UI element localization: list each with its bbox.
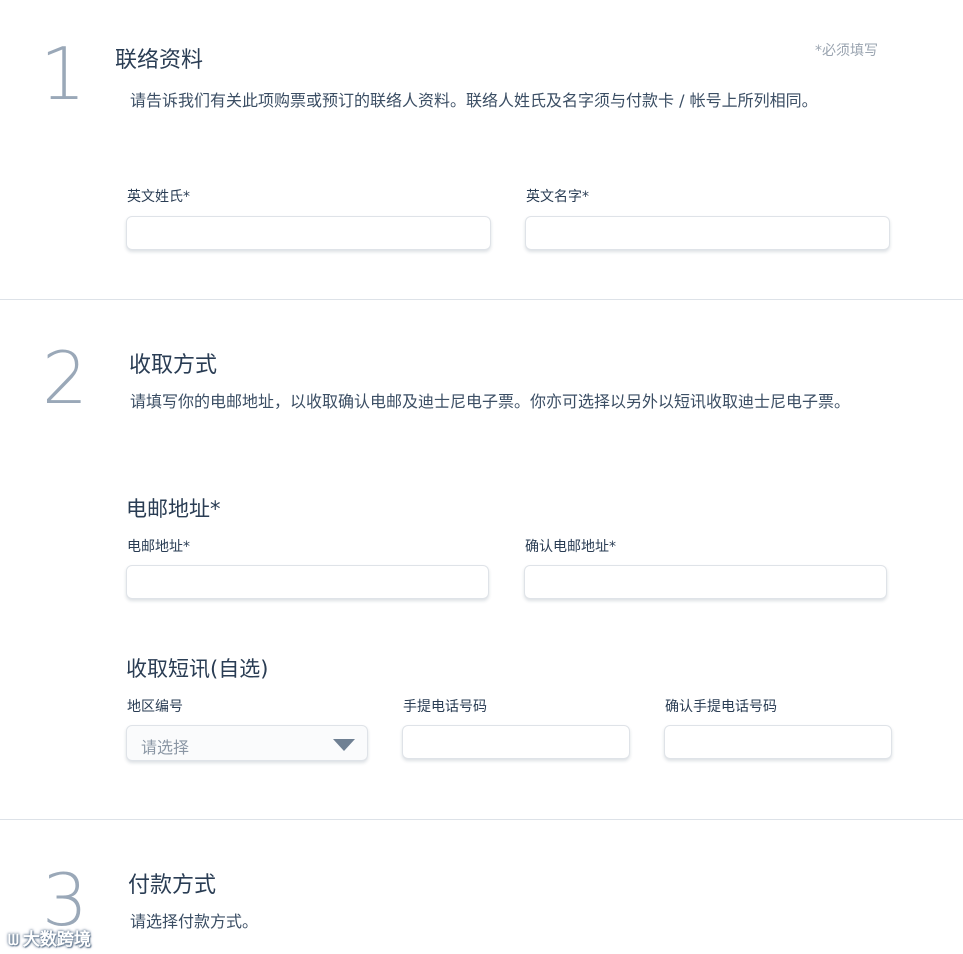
mobile-label: 手提电话号码 <box>403 699 487 715</box>
first-name-label: 英文名字* <box>526 189 589 205</box>
contact-description: 请告诉我们有关此项购票或预订的联络人资料。联络人姓氏及名字须与付款卡 / 帐号上… <box>130 91 818 110</box>
first-name-input[interactable] <box>525 216 890 250</box>
confirm-email-input[interactable] <box>524 565 887 599</box>
dropdown-arrow-icon <box>333 739 355 751</box>
watermark-logo-icon: ᗯ <box>8 931 19 949</box>
step-number-1: 1 <box>40 32 86 116</box>
payment-description: 请选择付款方式。 <box>130 912 259 931</box>
step-number-2: 2 <box>42 336 88 420</box>
payment-title: 付款方式 <box>128 873 217 898</box>
email-heading: 电邮地址* <box>126 497 221 521</box>
region-selected-value: 请选择 <box>141 738 190 757</box>
delivery-description: 请填写你的电邮地址，以收取确认电邮及迪士尼电子票。你亦可选择以另外以短讯收取迪士… <box>130 392 851 411</box>
delivery-title: 收取方式 <box>129 353 218 378</box>
region-code-select[interactable]: 请选择 <box>126 725 368 761</box>
delivery-section: 2 收取方式 请填写你的电邮地址，以收取确认电邮及迪士尼电子票。你亦可选择以另外… <box>0 300 963 820</box>
mobile-input[interactable] <box>402 725 630 759</box>
payment-section: 3 付款方式 请选择付款方式。 <box>0 820 963 954</box>
last-name-label: 英文姓氏* <box>127 189 190 205</box>
watermark-text: 大数跨境 <box>22 930 91 950</box>
sms-heading: 收取短讯(自选) <box>126 657 269 681</box>
contact-title: 联络资料 <box>115 48 204 73</box>
email-label: 电邮地址* <box>127 539 190 555</box>
confirm-mobile-input[interactable] <box>664 725 892 759</box>
last-name-input[interactable] <box>126 216 491 250</box>
region-label: 地区编号 <box>127 699 183 715</box>
email-input[interactable] <box>126 565 489 599</box>
confirm-mobile-label: 确认手提电话号码 <box>665 699 777 715</box>
required-note: *必须填写 <box>815 43 878 59</box>
contact-section: 1 联络资料 *必须填写 请告诉我们有关此项购票或预订的联络人资料。联络人姓氏及… <box>0 0 963 300</box>
watermark: ᗯ 大数跨境 <box>8 925 91 950</box>
confirm-email-label: 确认电邮地址* <box>525 539 616 555</box>
